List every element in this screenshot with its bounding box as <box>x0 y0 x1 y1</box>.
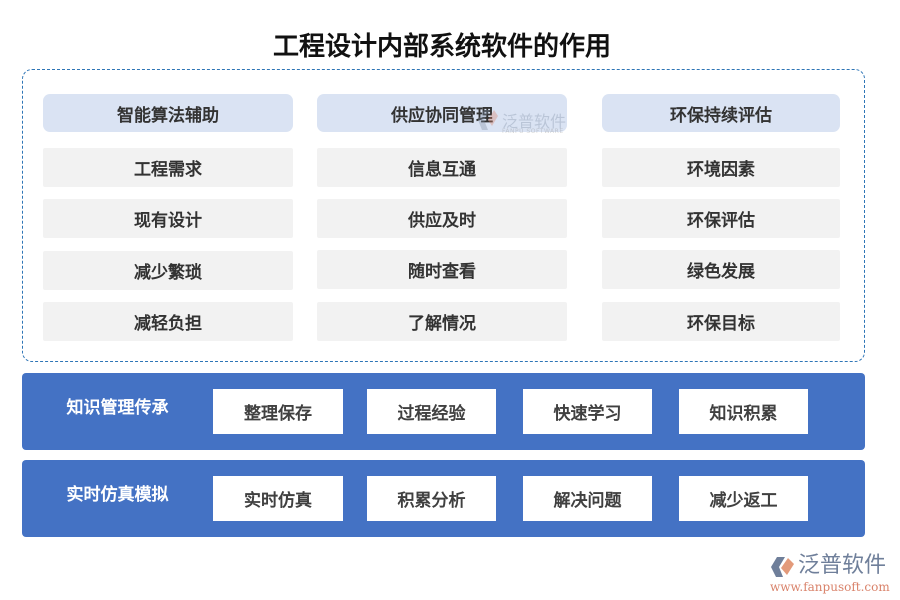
fanpu-logo-icon <box>771 557 794 577</box>
logo-text: 泛普软件 <box>798 553 887 578</box>
band-item: 过程经验 <box>367 389 496 434</box>
band-item: 知识积累 <box>679 389 808 434</box>
band-knowledge: 知识管理传承 整理保存 过程经验 快速学习 知识积累 <box>22 373 865 450</box>
column-item: 了解情况 <box>317 302 567 341</box>
column-item: 随时查看 <box>317 250 567 289</box>
column-item: 信息互通 <box>317 148 567 187</box>
logo-url: www.fanpusoft.com <box>770 580 890 594</box>
column-header-supply: 供应协同管理 <box>317 94 567 132</box>
band-item: 整理保存 <box>213 389 343 434</box>
column-item: 供应及时 <box>317 199 567 238</box>
band-item: 减少返工 <box>679 476 808 521</box>
column-item: 环保评估 <box>602 199 840 238</box>
column-item: 现有设计 <box>43 199 293 238</box>
band-item: 解决问题 <box>523 476 652 521</box>
column-item: 环境因素 <box>602 148 840 187</box>
column-header-environment: 环保持续评估 <box>602 94 840 132</box>
column-item: 减少繁琐 <box>43 251 293 290</box>
band-item: 快速学习 <box>523 389 652 434</box>
band-item: 实时仿真 <box>213 476 343 521</box>
band-simulation: 实时仿真模拟 实时仿真 积累分析 解决问题 减少返工 <box>22 460 865 537</box>
band-label: 知识管理传承 <box>66 398 169 418</box>
band-label: 实时仿真模拟 <box>66 485 169 505</box>
column-item: 环保目标 <box>602 302 840 341</box>
column-header-algorithm: 智能算法辅助 <box>43 94 293 132</box>
band-item: 积累分析 <box>367 476 496 521</box>
column-item: 工程需求 <box>43 148 293 187</box>
column-item: 减轻负担 <box>43 302 293 341</box>
diagram-title: 工程设计内部系统软件的作用 <box>272 32 611 62</box>
brand-logo: 泛普软件 www.fanpusoft.com <box>768 552 898 596</box>
column-item: 绿色发展 <box>602 250 840 289</box>
